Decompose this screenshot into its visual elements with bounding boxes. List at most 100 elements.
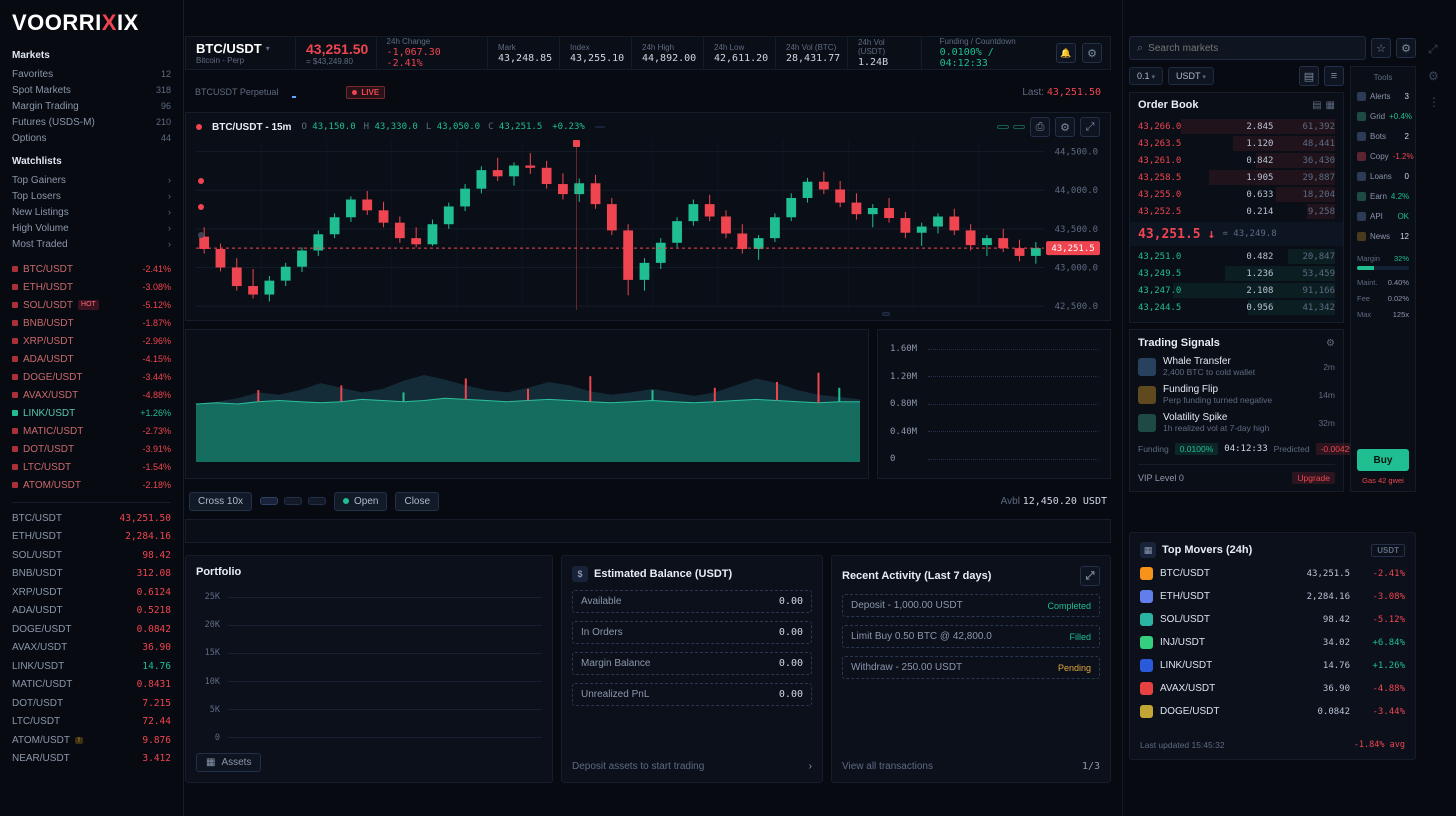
axis-marker-icon[interactable] <box>198 178 204 184</box>
indicator-chip[interactable] <box>1013 125 1025 129</box>
view-tab[interactable] <box>292 86 296 98</box>
margin-mode-chip[interactable]: Cross 10x <box>189 492 252 511</box>
activity-row[interactable]: Withdraw - 250.00 USDT Pending <box>842 656 1100 679</box>
ask-row[interactable]: 43,261.0 0.842 36,430 <box>1138 152 1335 169</box>
time-axis-label[interactable] <box>1036 312 1042 316</box>
time-axis-label[interactable] <box>655 312 661 316</box>
balance-row[interactable]: Unrealized PnL 0.00 <box>572 683 812 706</box>
price-row[interactable]: ATOM/USDT ! 9.876 <box>12 731 171 750</box>
deposit-cta[interactable]: Deposit assets to start trading › <box>572 761 812 772</box>
watchlist-item[interactable]: New Listings › <box>12 204 171 220</box>
timeframe-chip[interactable] <box>607 126 617 128</box>
book-list-icon[interactable] <box>1324 66 1344 86</box>
pair-row[interactable]: DOT/USDT -3.91% <box>12 440 171 458</box>
market-filter-item[interactable]: Futures (USDS-M) 210 <box>12 114 171 130</box>
pair-row[interactable]: DOGE/USDT -3.44% <box>12 368 171 386</box>
watchlist-item[interactable]: Most Traded › <box>12 236 171 252</box>
expand-icon[interactable] <box>1080 566 1100 586</box>
book-both-icon[interactable] <box>1312 100 1321 111</box>
time-axis-label[interactable] <box>503 312 509 316</box>
precision-select[interactable]: 0.1 <box>1129 67 1163 85</box>
balance-row[interactable]: In Orders 0.00 <box>572 621 812 644</box>
mover-row[interactable]: BTC/USDT 43,251.5 -2.41% <box>1140 562 1405 585</box>
rail-tool-row[interactable]: Loans 0 <box>1357 166 1409 186</box>
pair-row[interactable]: XRP/USDT -2.96% <box>12 332 171 350</box>
rail-tool-row[interactable]: Grid +0.4% <box>1357 106 1409 126</box>
time-axis-label[interactable] <box>807 312 813 316</box>
price-row[interactable]: BTC/USDT 43,251.50 <box>12 509 171 528</box>
market-filter-item[interactable]: Favorites 12 <box>12 66 171 82</box>
pair-row[interactable]: MATIC/USDT -2.73% <box>12 422 171 440</box>
brand-logo[interactable]: VOORRIXIX <box>12 10 171 36</box>
price-row[interactable]: LINK/USDT 14.76 <box>12 657 171 676</box>
ask-row[interactable]: 43,258.5 1.905 29,887 <box>1138 169 1335 186</box>
price-row[interactable]: AVAX/USDT 36.90 <box>12 639 171 658</box>
view-tab[interactable] <box>328 86 332 98</box>
mover-row[interactable]: AVAX/USDT 36.90 -4.88% <box>1140 677 1405 700</box>
pair-row[interactable]: BTC/USDT -2.41% <box>12 260 171 278</box>
pair-row[interactable]: AVAX/USDT -4.88% <box>12 386 171 404</box>
gear-icon[interactable] <box>1428 69 1440 83</box>
search-input[interactable] <box>1148 43 1358 54</box>
signal-row[interactable]: Funding FlipPerp funding turned negative… <box>1138 384 1335 405</box>
price-row[interactable]: DOGE/USDT 0.0842 <box>12 620 171 639</box>
rail-tool-row[interactable]: Earn 4.2% <box>1357 186 1409 206</box>
market-search[interactable] <box>1129 36 1366 60</box>
activity-row[interactable]: Deposit - 1,000.00 USDT Completed <box>842 594 1100 617</box>
rail-tool-row[interactable]: News 12 <box>1357 226 1409 246</box>
pair-row[interactable]: LTC/USDT -1.54% <box>12 458 171 476</box>
book-layout-icon[interactable] <box>1299 66 1319 86</box>
settings-gear-icon[interactable] <box>1082 43 1102 63</box>
order-type-tab[interactable] <box>284 497 302 505</box>
timeframe-chip[interactable] <box>619 126 629 128</box>
time-axis-label[interactable] <box>352 312 358 316</box>
ask-row[interactable]: 43,263.5 1.120 48,441 <box>1138 135 1335 152</box>
rail-tool-row[interactable]: API OK <box>1357 206 1409 226</box>
rail-tool-row[interactable]: Alerts 3 <box>1357 86 1409 106</box>
watchlist-item[interactable]: High Volume › <box>12 220 171 236</box>
pair-row[interactable]: ADA/USDT -4.15% <box>12 350 171 368</box>
spread-row[interactable]: 43,251.5 ↓ = 43,249.8 <box>1130 222 1343 246</box>
order-type-tab[interactable] <box>260 497 278 505</box>
open-position-chip[interactable]: Open <box>334 492 387 511</box>
close-position-chip[interactable]: Close <box>395 492 439 511</box>
price-row[interactable]: ADA/USDT 0.5218 <box>12 602 171 621</box>
price-row[interactable]: ETH/USDT 2,284.16 <box>12 528 171 547</box>
movers-unit-chip[interactable]: USDT <box>1371 544 1405 557</box>
price-row[interactable]: SOL/USDT 98.42 <box>12 546 171 565</box>
book-grid-icon[interactable] <box>1326 100 1335 111</box>
candlestick-chart[interactable]: 44,500.044,000.043,500.043,000.042,500.0… <box>196 140 1100 310</box>
order-type-tab[interactable] <box>308 497 326 505</box>
pair-row[interactable]: ETH/USDT -3.08% <box>12 278 171 296</box>
time-axis-label[interactable] <box>276 312 282 316</box>
market-filter-item[interactable]: Options 44 <box>12 130 171 146</box>
chart-symbol[interactable]: BTC/USDT - 15m <box>212 122 291 133</box>
market-filter-item[interactable]: Spot Markets 318 <box>12 82 171 98</box>
expand-icon[interactable] <box>1428 42 1440 57</box>
pair-row[interactable]: SOL/USDT HOT -5.12% <box>12 296 171 314</box>
price-row[interactable]: LTC/USDT 72.44 <box>12 713 171 732</box>
chart-settings-icon[interactable] <box>1055 117 1075 137</box>
view-tab[interactable] <box>310 86 314 98</box>
upgrade-button[interactable]: Upgrade <box>1292 472 1335 484</box>
pair-row[interactable]: ATOM/USDT -2.18% <box>12 476 171 494</box>
activity-row[interactable]: Limit Buy 0.50 BTC @ 42,800.0 Filled <box>842 625 1100 648</box>
ask-row[interactable]: 43,252.5 0.214 9,258 <box>1138 203 1335 220</box>
time-axis-label[interactable] <box>960 312 966 316</box>
watchlist-item[interactable]: Top Gainers › <box>12 172 171 188</box>
rail-tool-row[interactable]: Copy -1.2% <box>1357 146 1409 166</box>
balance-row[interactable]: Available 0.00 <box>572 590 812 613</box>
quote-select[interactable]: USDT <box>1168 67 1214 85</box>
time-axis-label[interactable] <box>882 312 890 316</box>
time-axis-label[interactable] <box>200 312 206 316</box>
mover-row[interactable]: SOL/USDT 98.42 -5.12% <box>1140 608 1405 631</box>
signal-row[interactable]: Whale Transfer2,400 BTC to cold wallet 2… <box>1138 356 1335 377</box>
price-row[interactable]: MATIC/USDT 0.8431 <box>12 676 171 695</box>
activity-footer[interactable]: View all transactions 1/3 <box>842 761 1100 772</box>
assets-button[interactable]: Assets <box>196 753 261 772</box>
bid-row[interactable]: 43,251.0 0.482 20,847 <box>1138 248 1335 265</box>
bid-row[interactable]: 43,244.5 0.956 41,342 <box>1138 299 1335 316</box>
book-settings-icon[interactable] <box>1396 38 1416 58</box>
market-filter-item[interactable]: Margin Trading 96 <box>12 98 171 114</box>
gear-icon[interactable] <box>1326 338 1335 349</box>
